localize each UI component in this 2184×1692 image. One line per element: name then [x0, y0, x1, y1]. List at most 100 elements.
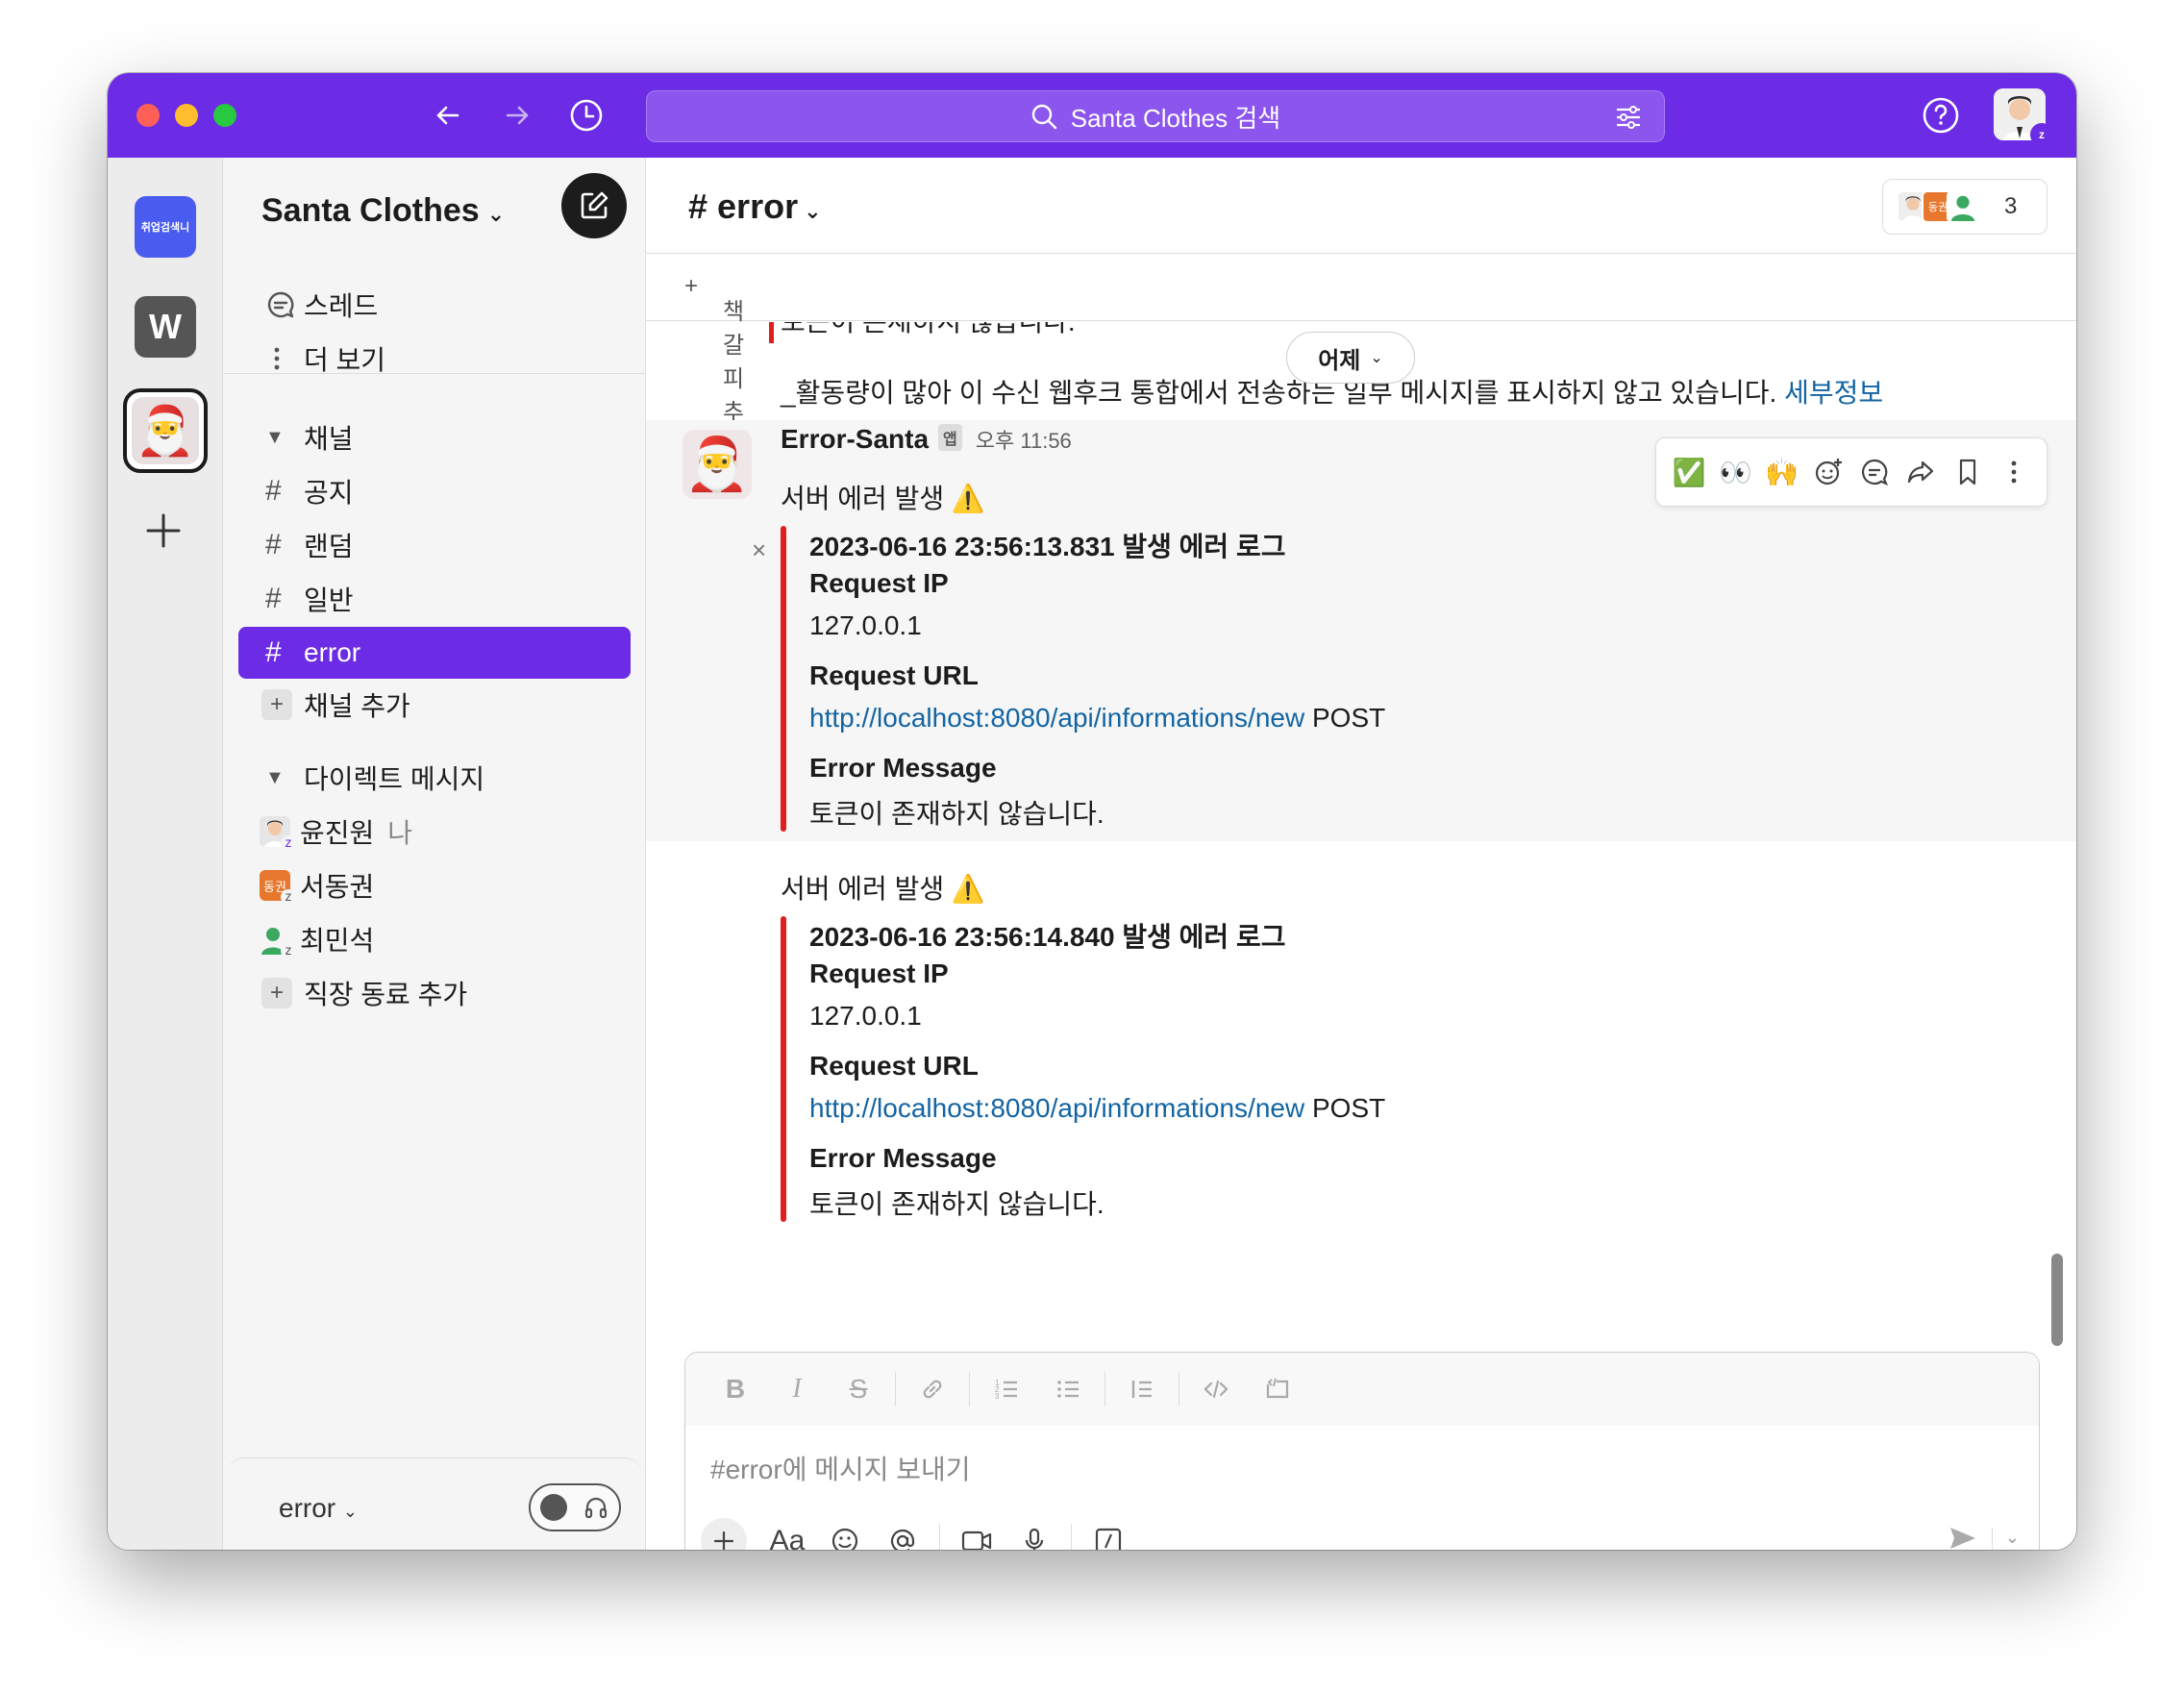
- link-icon[interactable]: [902, 1376, 963, 1403]
- santa-avatar[interactable]: 🎅: [682, 430, 752, 499]
- toolbar-divider: [895, 1372, 896, 1406]
- headphones-icon: [584, 1497, 608, 1519]
- url-link[interactable]: http://localhost:8080/api/informations/n…: [809, 703, 1304, 733]
- you-tag: 나: [387, 818, 413, 848]
- search-bar[interactable]: Santa Clothes 검색: [646, 90, 1665, 142]
- chevron-down-icon: ⌄: [486, 202, 506, 226]
- workspace-switcher-2[interactable]: W: [135, 296, 196, 358]
- huddle-toggle[interactable]: [529, 1483, 621, 1531]
- message-composer: B I S 123 #error에 메시지 보내기 Aa ⌄: [684, 1352, 2040, 1550]
- bullet-list-icon[interactable]: [1037, 1376, 1099, 1403]
- video-icon: [961, 1530, 992, 1550]
- close-window-button[interactable]: [136, 104, 160, 127]
- workspace-1-label: 취업검색니: [140, 222, 190, 234]
- chevron-down-icon: ⌄: [1370, 350, 1383, 366]
- add-coworker-button[interactable]: + 직장 동료 추가: [238, 967, 631, 1019]
- chevron-down-icon[interactable]: ⌄: [2005, 1528, 2020, 1548]
- check-mark-reaction-button[interactable]: ✅: [1668, 451, 1710, 493]
- sidebar-item-label: 더 보기: [304, 345, 386, 375]
- sidebar-item-dm[interactable]: 동권 z 서동권: [238, 859, 631, 911]
- emoji-button[interactable]: [816, 1516, 874, 1550]
- compose-button[interactable]: [561, 173, 627, 238]
- forward-button[interactable]: [492, 90, 542, 140]
- back-button[interactable]: [423, 90, 473, 140]
- plus-icon: [713, 1530, 734, 1550]
- mention-button[interactable]: [874, 1516, 931, 1550]
- history-button[interactable]: [561, 90, 611, 140]
- workspace-switcher-1[interactable]: 취업검색니: [135, 196, 196, 258]
- huddle-channel-selector[interactable]: error ⌄: [279, 1493, 358, 1524]
- huddle-channel-label: error: [279, 1493, 336, 1523]
- bold-icon[interactable]: B: [705, 1374, 766, 1405]
- more-actions-button[interactable]: [1993, 451, 2035, 493]
- raised-hands-reaction-button[interactable]: 🙌: [1761, 451, 1803, 493]
- sidebar-item-channel-active[interactable]: # error: [238, 627, 631, 679]
- message-timestamp[interactable]: 오후 11:56: [976, 424, 1072, 455]
- details-link[interactable]: 세부정보: [1784, 378, 1883, 408]
- sidebar: Santa Clothes ⌄ 스레드 더 보기 ▼ 채널 # 공지 # 랜덤 …: [223, 158, 646, 1550]
- add-workspace-button[interactable]: [142, 510, 185, 563]
- video-clip-button[interactable]: [948, 1516, 1005, 1550]
- send-button[interactable]: [1947, 1522, 1979, 1550]
- url-link[interactable]: http://localhost:8080/api/informations/n…: [809, 1093, 1304, 1123]
- sidebar-item-dm[interactable]: z 윤진원 나: [238, 806, 631, 858]
- sidebar-item-threads[interactable]: 스레드: [238, 279, 631, 331]
- composer-actions: Aa ⌄: [701, 1514, 2027, 1550]
- chevron-down-icon: ⌄: [804, 199, 822, 223]
- more-vertical-icon: [265, 343, 304, 374]
- channel-title-button[interactable]: # error ⌄: [688, 187, 822, 227]
- close-icon[interactable]: ×: [752, 535, 766, 565]
- workspace-name-button[interactable]: Santa Clothes ⌄: [261, 192, 505, 230]
- url-label: Request URL: [809, 660, 979, 690]
- maximize-window-button[interactable]: [213, 104, 236, 127]
- channels-section-header[interactable]: ▼ 채널: [238, 411, 631, 463]
- arrow-left-icon: [436, 106, 459, 125]
- author-name[interactable]: Error-Santa: [781, 424, 929, 454]
- sidebar-item-channel[interactable]: # 일반: [238, 573, 631, 625]
- attach-button[interactable]: [701, 1518, 747, 1550]
- strikethrough-icon[interactable]: S: [828, 1374, 889, 1405]
- user-avatar-button[interactable]: z: [1994, 88, 2053, 146]
- filter-icon[interactable]: [1614, 103, 1643, 132]
- minimize-window-button[interactable]: [175, 104, 198, 127]
- format-toggle-button[interactable]: Aa: [758, 1516, 816, 1550]
- help-button[interactable]: [1922, 96, 1960, 139]
- workspace-2-label: W: [149, 307, 182, 346]
- sidebar-item-channel[interactable]: # 랜덤: [238, 519, 631, 571]
- svg-text:3: 3: [995, 1392, 1000, 1401]
- sidebar-item-more[interactable]: 더 보기: [238, 333, 631, 385]
- members-button[interactable]: 동권 3: [1882, 179, 2048, 235]
- sidebar-item-dm[interactable]: z 최민석: [238, 913, 631, 965]
- add-bookmark-button[interactable]: + 책갈피 추가: [684, 273, 744, 460]
- reply-thread-button[interactable]: [1853, 451, 1896, 493]
- shortcuts-button[interactable]: [1080, 1516, 1137, 1550]
- message-header: Error-Santa 앱 오후 11:56: [781, 424, 1072, 455]
- bookmark-bar: + 책갈피 추가: [646, 254, 2076, 460]
- add-channel-button[interactable]: + 채널 추가: [238, 679, 631, 731]
- status-badge: z: [2030, 123, 2053, 146]
- toolbar-divider: [939, 1524, 940, 1550]
- workspace-switcher-3[interactable]: 🎅: [123, 388, 208, 473]
- help-icon: [1923, 97, 1959, 134]
- audio-clip-button[interactable]: [1005, 1516, 1063, 1550]
- scrollbar[interactable]: [2051, 1254, 2063, 1346]
- blockquote-icon[interactable]: [1111, 1376, 1173, 1403]
- save-button[interactable]: [1947, 451, 1989, 493]
- sidebar-item-channel[interactable]: # 공지: [238, 465, 631, 517]
- code-icon[interactable]: [1185, 1376, 1247, 1403]
- dm-section-header[interactable]: ▼ 다이렉트 메시지: [238, 752, 631, 804]
- message-input[interactable]: #error에 메시지 보내기: [710, 1449, 971, 1487]
- code-block-icon[interactable]: [1247, 1376, 1308, 1403]
- url-value: http://localhost:8080/api/informations/n…: [809, 703, 1385, 734]
- attachment-bar: [769, 322, 774, 343]
- channel-label: error: [304, 637, 361, 667]
- add-reaction-button[interactable]: [1807, 451, 1849, 493]
- ordered-list-icon[interactable]: 123: [976, 1376, 1037, 1403]
- ip-label: Request IP: [809, 568, 949, 598]
- dm-name: 윤진원: [300, 818, 375, 848]
- share-button[interactable]: [1899, 451, 1942, 493]
- eyes-reaction-button[interactable]: 👀: [1714, 451, 1756, 493]
- ip-label: Request IP: [809, 958, 949, 988]
- italic-icon[interactable]: I: [766, 1374, 828, 1405]
- date-divider-button[interactable]: 어제 ⌄: [1286, 332, 1415, 384]
